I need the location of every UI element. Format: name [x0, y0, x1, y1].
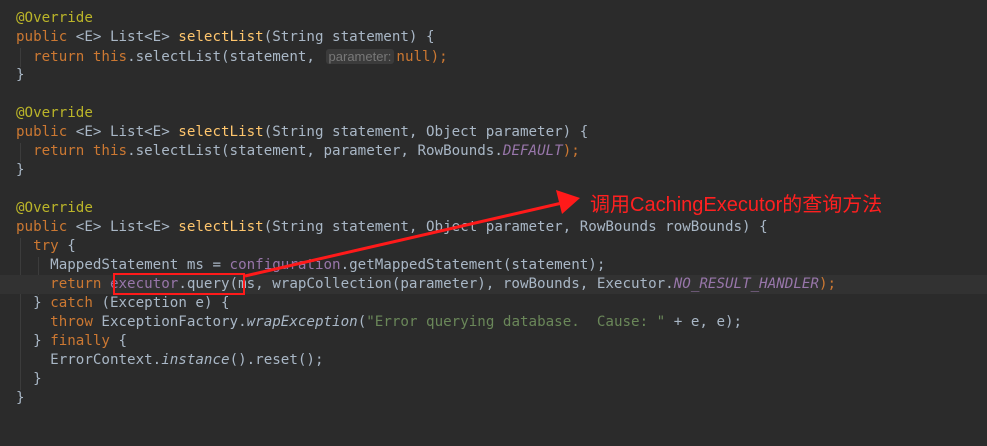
callout-text: 调用CachingExecutor的查询方法	[590, 194, 883, 216]
code-editor[interactable]: @Override public <E> List<E> selectList(…	[0, 0, 987, 414]
